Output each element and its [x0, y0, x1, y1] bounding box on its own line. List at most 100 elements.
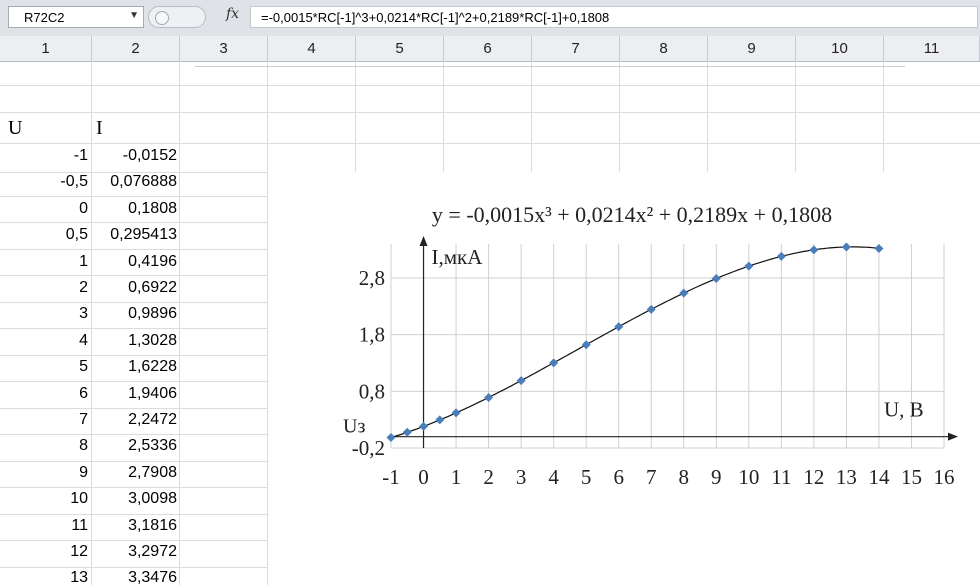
column-header[interactable]: 6 — [444, 36, 532, 61]
column-header[interactable]: 4 — [268, 36, 356, 61]
data-point — [646, 304, 656, 314]
data-point — [386, 433, 396, 443]
data-point — [874, 244, 884, 254]
y-tick-label: 0,8 — [359, 379, 385, 403]
x-tick-label: 14 — [868, 465, 890, 489]
cell-u[interactable]: 10 — [0, 490, 88, 508]
origin-label: Uз — [343, 416, 365, 438]
cell-u[interactable]: 13 — [0, 569, 88, 587]
cell-u[interactable]: 0 — [0, 200, 88, 218]
scatter-chart: -1 0 1 2 3 4 5 6 7 8 9 10 11 12 13 14 15 16-0,20,81,82,8y… — [343, 202, 958, 489]
data-point — [679, 288, 689, 298]
x-tick-label: 7 — [646, 465, 657, 489]
data-point — [614, 322, 624, 332]
cell-i[interactable]: 2,7908 — [92, 464, 177, 482]
data-point — [776, 251, 786, 261]
data-point — [711, 274, 721, 284]
chart-area[interactable]: -1 0 1 2 3 4 5 6 7 8 9 10 11 12 13 14 15 16 -0,2 0,8 1,8 2,8 y… — [268, 172, 980, 585]
column-header[interactable]: 5 — [356, 36, 444, 61]
column-header[interactable]: 8 — [620, 36, 708, 61]
x-tick-label: 1 — [451, 465, 462, 489]
column-header[interactable]: 9 — [708, 36, 796, 61]
cell-i[interactable]: 0,4196 — [92, 253, 177, 271]
x-tick-label: 11 — [771, 465, 791, 489]
x-tick-label: 4 — [548, 465, 559, 489]
cell-u[interactable]: 8 — [0, 437, 88, 455]
cell-i[interactable]: 1,9406 — [92, 385, 177, 403]
formula-bar-splitter[interactable] — [148, 6, 206, 28]
cell-u[interactable]: 3 — [0, 305, 88, 323]
splitter-icon — [155, 11, 169, 25]
cell-i[interactable]: 3,2972 — [92, 543, 177, 561]
cell-u[interactable]: 1 — [0, 253, 88, 271]
cell-u[interactable]: 2 — [0, 279, 88, 297]
y-tick-label: -0,2 — [352, 436, 385, 460]
cell-i[interactable]: 1,6228 — [92, 358, 177, 376]
column-header[interactable]: 1 — [0, 36, 92, 61]
data-point — [435, 415, 445, 425]
column-header[interactable]: 7 — [532, 36, 620, 61]
formula-input[interactable]: =-0,0015*RC[-1]^3+0,0214*RC[-1]^2+0,2189… — [250, 6, 978, 28]
y-tick-label: 1,8 — [359, 323, 385, 347]
formula-bar: R72C2 ▼ fx =-0,0015*RC[-1]^3+0,0214*RC[-… — [0, 0, 980, 37]
cell-i[interactable]: 0,295413 — [92, 226, 177, 244]
header-u[interactable]: U — [8, 117, 22, 140]
x-axis-label: U, B — [884, 398, 924, 422]
x-tick-label: 9 — [711, 465, 722, 489]
column-header-row: 1 2 3 4 5 6 7 8 9 10 11 — [0, 36, 980, 62]
cell-u[interactable]: -0,5 — [0, 173, 88, 191]
data-point — [809, 245, 819, 255]
cell-i[interactable]: 3,3476 — [92, 569, 177, 587]
column-header[interactable]: 10 — [796, 36, 884, 61]
data-point — [451, 408, 461, 418]
x-tick-label: 12 — [803, 465, 824, 489]
data-point — [419, 421, 429, 431]
cell-i[interactable]: 1,3028 — [92, 332, 177, 350]
data-point — [841, 242, 851, 252]
cell-u[interactable]: 0,5 — [0, 226, 88, 244]
y-axis-arrow — [419, 236, 428, 246]
column-header[interactable]: 11 — [884, 36, 980, 61]
cell-i[interactable]: 0,076888 — [92, 173, 177, 191]
data-point — [549, 358, 559, 368]
cell-u[interactable]: 7 — [0, 411, 88, 429]
data-point — [744, 261, 754, 271]
cell-i[interactable]: -0,0152 — [92, 147, 177, 165]
x-tick-label: 10 — [738, 465, 759, 489]
cell-u[interactable]: 4 — [0, 332, 88, 350]
column-header[interactable]: 3 — [180, 36, 268, 61]
x-axis-arrow — [948, 432, 958, 441]
data-point — [581, 340, 591, 350]
cell-i[interactable]: 2,2472 — [92, 411, 177, 429]
x-tick-label: 6 — [613, 465, 624, 489]
cell-i[interactable]: 2,5336 — [92, 437, 177, 455]
data-point — [484, 392, 494, 402]
cell-i[interactable]: 0,9896 — [92, 305, 177, 323]
cell-u[interactable]: 5 — [0, 358, 88, 376]
chart-title: y = -0,0015x³ + 0,0214x² + 0,2189x + 0,1… — [432, 202, 832, 227]
header-i[interactable]: I — [96, 117, 103, 140]
y-tick-label: 2,8 — [359, 266, 385, 290]
x-tick-label: 8 — [679, 465, 690, 489]
formula-text: =-0,0015*RC[-1]^3+0,0214*RC[-1]^2+0,2189… — [261, 10, 610, 25]
name-box[interactable]: R72C2 ▼ — [8, 6, 144, 28]
insert-function-icon[interactable]: fx — [226, 6, 239, 22]
chevron-down-icon[interactable]: ▼ — [129, 10, 139, 21]
x-tick-label: 2 — [483, 465, 494, 489]
x-tick-label: 13 — [836, 465, 857, 489]
cell-u[interactable]: 11 — [0, 517, 88, 535]
cell-u[interactable]: 9 — [0, 464, 88, 482]
x-tick-label: 0 — [418, 465, 429, 489]
x-tick-label: 16 — [934, 465, 955, 489]
cell-i[interactable]: 0,6922 — [92, 279, 177, 297]
y-axis-label: I,мкА — [432, 245, 484, 269]
x-tick-label: 15 — [901, 465, 922, 489]
cell-i[interactable]: 3,0098 — [92, 490, 177, 508]
column-header[interactable]: 2 — [92, 36, 180, 61]
cell-u[interactable]: 6 — [0, 385, 88, 403]
cell-i[interactable]: 0,1808 — [92, 200, 177, 218]
x-tick-label: -1 — [382, 465, 400, 489]
cell-i[interactable]: 3,1816 — [92, 517, 177, 535]
cell-u[interactable]: -1 — [0, 147, 88, 165]
cell-u[interactable]: 12 — [0, 543, 88, 561]
